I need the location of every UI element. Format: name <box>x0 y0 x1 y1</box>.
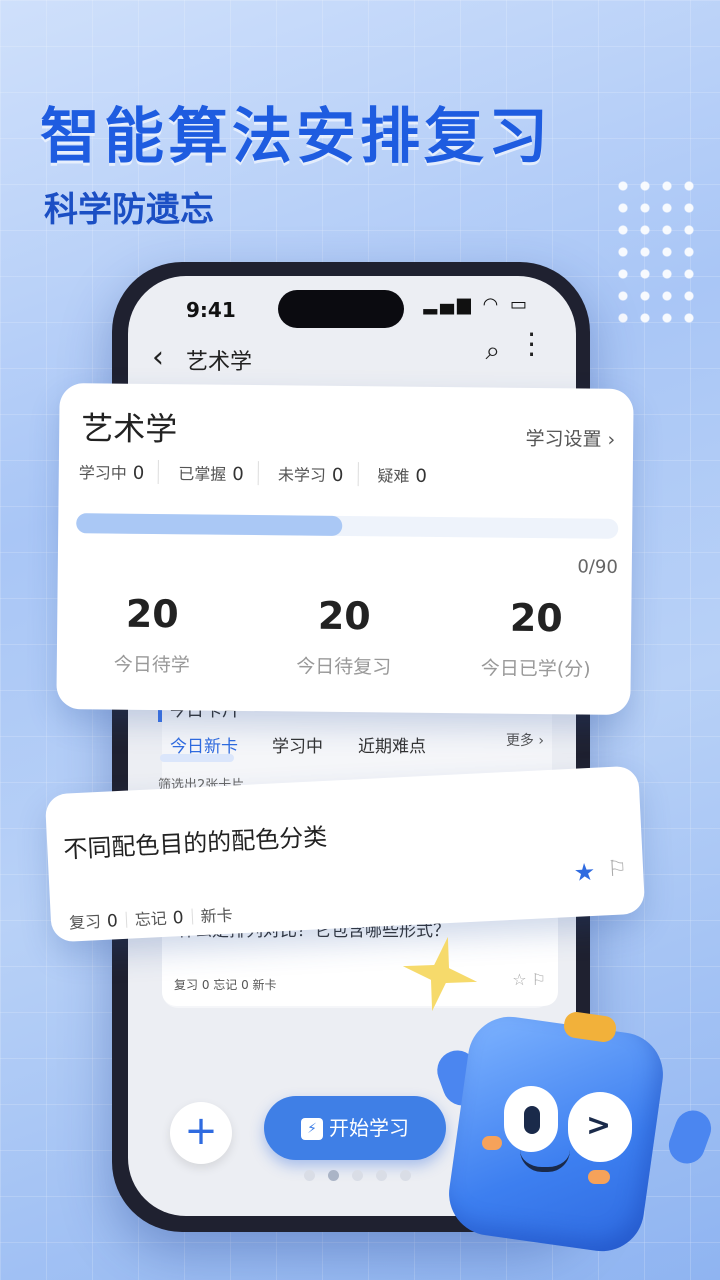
progress-bar <box>76 513 619 539</box>
dynamic-island <box>278 290 404 328</box>
lightning-icon: ⚡ <box>301 1118 323 1140</box>
stat-label: 未学习 <box>277 465 327 485</box>
metric-today-to-review: 20 今日待复习 <box>259 593 430 680</box>
forget-label: 忘记 <box>134 908 168 930</box>
tab-learning[interactable]: 学习中 <box>272 732 323 757</box>
status-time: 9:41 <box>186 298 236 322</box>
card-preview-stats: 复习 0 忘记 0 新卡 <box>174 978 277 992</box>
divider <box>191 908 193 925</box>
headline: 智能算法安排复习 <box>40 102 552 172</box>
review-label: 复习 <box>68 912 102 933</box>
start-study-button[interactable]: ⚡ 开始学习 <box>264 1096 446 1160</box>
card-tabs: 今日新卡 学习中 近期难点 更多 › <box>158 726 558 762</box>
page-dot <box>304 1170 315 1181</box>
metric-today-learned: 20 今日已学(分) <box>451 595 622 682</box>
forget-count: 0 <box>172 907 185 929</box>
page-dot <box>352 1170 363 1181</box>
flashcard[interactable]: 不同配色目的的配色分类 复习 0 忘记 0 新卡 ★ ⚐ <box>44 765 646 943</box>
flag-icon[interactable]: ⚐ <box>607 856 628 882</box>
metric-value: 20 <box>317 593 371 639</box>
decorative-dots <box>612 175 702 325</box>
subheadline: 科学防遗忘 <box>44 190 214 230</box>
stat-label: 疑难 <box>377 466 410 486</box>
page-indicator <box>304 1166 424 1185</box>
new-card-tag: 新卡 <box>200 905 234 927</box>
status-icons: ▂▄▆ ◠ ▭ <box>423 294 530 315</box>
metric-value: 20 <box>509 595 563 641</box>
more-link[interactable]: 更多 › <box>506 730 544 750</box>
flashcard-title: 不同配色目的的配色分类 <box>62 822 328 864</box>
review-count: 0 <box>106 911 119 932</box>
stat-label: 学习中 <box>78 463 127 483</box>
star-icon[interactable]: ★ <box>573 858 596 887</box>
mascot-eye-left <box>504 1086 558 1152</box>
metric-label: 今日已学(分) <box>480 657 591 681</box>
summary-card: 艺术学 学习设置 › 学习中 0 已掌握 0 未学习 0 疑难 0 0/90 20 今日… <box>56 383 634 715</box>
summary-title: 艺术学 <box>81 409 178 449</box>
metric-label: 今日待学 <box>113 653 190 677</box>
page-dot <box>376 1170 387 1181</box>
mascot-wink: > <box>586 1108 612 1143</box>
stat-mastered: 已掌握 0 <box>178 460 259 486</box>
divider <box>125 911 128 928</box>
study-settings-link[interactable]: 学习设置 › <box>525 424 615 452</box>
back-icon[interactable]: ‹ <box>152 340 164 375</box>
search-icon[interactable]: ⌕ <box>485 336 500 367</box>
stat-learning: 学习中 0 <box>78 459 160 485</box>
page-dot <box>400 1170 411 1181</box>
stat-not-learned: 未学习 0 <box>277 461 359 487</box>
progress-count: 0/90 <box>577 556 618 578</box>
tab-recent-difficult[interactable]: 近期难点 <box>358 732 426 757</box>
metric-label: 今日待复习 <box>296 655 392 679</box>
card-preview-actions[interactable]: ☆ ⚐ <box>512 970 546 989</box>
nav-title: 艺术学 <box>186 350 253 375</box>
add-button[interactable]: + <box>170 1102 232 1164</box>
progress-fill <box>76 513 342 536</box>
mascot: > <box>431 1010 717 1260</box>
stat-label: 已掌握 <box>178 464 227 484</box>
stat-value: 0 <box>132 462 145 484</box>
stat-value: 0 <box>415 465 428 487</box>
more-vertical-icon[interactable]: · · · <box>527 321 536 369</box>
start-study-label: 开始学习 <box>329 1116 409 1140</box>
stat-difficult: 疑难 0 <box>377 462 441 487</box>
metric-value: 20 <box>125 591 179 637</box>
status-counts: 学习中 0 已掌握 0 未学习 0 疑难 0 <box>78 459 455 487</box>
stat-value: 0 <box>331 464 344 486</box>
mascot-arm-right <box>663 1105 717 1169</box>
page-dot-active <box>328 1170 339 1181</box>
tab-today-new[interactable]: 今日新卡 <box>170 732 238 757</box>
flashcard-stats: 复习 0 忘记 0 新卡 <box>68 902 233 934</box>
mascot-cheek-right <box>588 1170 610 1184</box>
mascot-cheek-left <box>482 1136 502 1150</box>
metric-today-to-learn: 20 今日待学 <box>67 591 238 678</box>
stat-value: 0 <box>232 463 244 485</box>
